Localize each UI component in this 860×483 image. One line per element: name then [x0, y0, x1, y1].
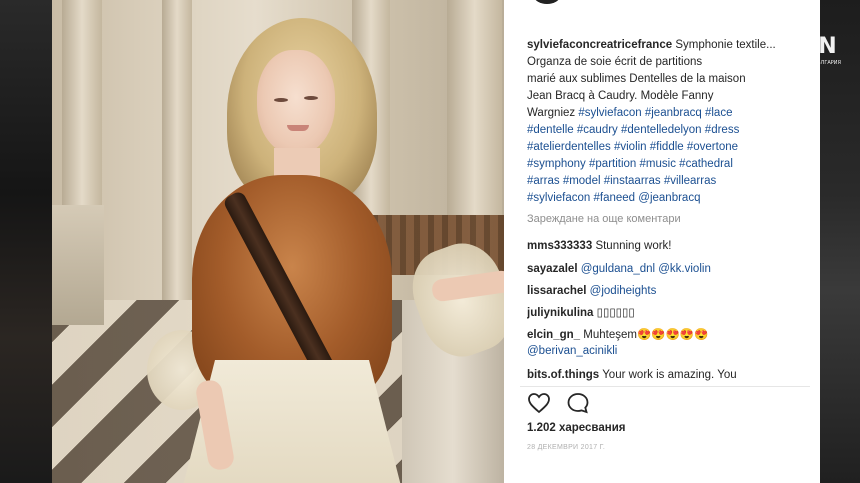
comment-mention[interactable]: @guldana_dnl @kk.violin	[581, 263, 711, 275]
caption-username[interactable]: sylviefaconcreatricefrance	[527, 39, 672, 51]
eye	[304, 96, 318, 100]
comment-text: ▯▯▯▯▯▯	[596, 307, 635, 319]
comment-username[interactable]: mms333333	[527, 240, 592, 252]
hashtag-link[interactable]: #partition	[589, 158, 636, 170]
comment-username[interactable]: sayazalel	[527, 263, 578, 275]
hashtag-link[interactable]: #model	[563, 175, 601, 187]
comment-text: Your work is amazing. You	[602, 369, 737, 381]
likes-count[interactable]: 1.202 харесвания	[527, 422, 625, 434]
hashtag-link[interactable]: #atelierdentelles	[527, 141, 611, 153]
hashtag-link[interactable]: #lace	[705, 107, 733, 119]
mouth	[287, 125, 309, 131]
comment: bits.of.things Your work is amazing. You	[527, 367, 811, 383]
eye	[274, 98, 288, 102]
hashtag-link[interactable]: #music	[640, 158, 676, 170]
caption-text: Wargniez	[527, 107, 576, 119]
comment-bubble-icon[interactable]	[566, 391, 590, 415]
stone-block	[52, 205, 104, 325]
mention-link[interactable]: @jeanbracq	[638, 192, 700, 204]
comment: elcin_gn_ Muhteşem😍😍😍😍😍 @berivan_acinikl…	[527, 327, 811, 359]
caption-text: Jean Bracq à Caudry. Modèle Fanny	[527, 90, 714, 102]
hashtag-link[interactable]: #caudry	[577, 124, 618, 136]
load-more-comments-link[interactable]: Зареждане на още коментари	[527, 213, 681, 225]
hashtag-link[interactable]: #villearras	[664, 175, 716, 187]
broadcast-background-right	[820, 0, 860, 483]
post-date: 28 ДЕКЕМВРИ 2017 Г.	[527, 444, 606, 451]
column	[162, 0, 192, 300]
hashtag-link[interactable]: #cathedral	[679, 158, 733, 170]
hashtag-link[interactable]: #dentelle	[527, 124, 574, 136]
comment-mention[interactable]: @berivan_acinikli	[527, 345, 617, 357]
hashtag-link[interactable]: #faneed	[594, 192, 636, 204]
heart-icon[interactable]	[527, 391, 551, 415]
hashtag-link[interactable]: #sylviefacon	[578, 107, 641, 119]
avatar[interactable]	[534, 0, 560, 4]
instagram-post-panel: sylviefaconcreatricefrance Symphonie tex…	[504, 0, 820, 483]
comment-username[interactable]: elcin_gn_	[527, 329, 580, 341]
caption-text: Symphonie	[675, 39, 733, 51]
comment: mms333333 Stunning work!	[527, 238, 811, 254]
comment: sayazalel @guldana_dnl @kk.violin	[527, 261, 811, 277]
hashtag-link[interactable]: #fiddle	[650, 141, 684, 153]
divider	[520, 386, 810, 387]
comment-mention[interactable]: @jodiheights	[590, 285, 657, 297]
comment-text: Muhteşem😍😍😍😍😍	[583, 329, 709, 341]
hashtag-link[interactable]: #overtone	[687, 141, 738, 153]
hashtag-link[interactable]: #instaarras	[604, 175, 661, 187]
comment-username[interactable]: lissarachel	[527, 285, 586, 297]
model-face	[257, 50, 335, 155]
hashtag-link[interactable]: #dress	[705, 124, 740, 136]
comment-username[interactable]: juliynikulina	[527, 307, 593, 319]
hashtag-link[interactable]: #sylviefacon	[527, 192, 590, 204]
post-photo[interactable]	[52, 0, 504, 483]
comment-text: Stunning work!	[595, 240, 672, 252]
hashtag-link[interactable]: #symphony	[527, 158, 586, 170]
caption-text: marié aux sublimes Dentelles de la maiso…	[527, 73, 746, 85]
post-caption: sylviefaconcreatricefrance Symphonie tex…	[527, 37, 811, 207]
hashtag-link[interactable]: #dentelledelyon	[621, 124, 702, 136]
hashtag-link[interactable]: #violin	[614, 141, 647, 153]
comment: lissarachel @jodiheights	[527, 283, 811, 299]
channel-logo-mark: N	[818, 34, 836, 59]
hashtag-link[interactable]: #arras	[527, 175, 560, 187]
broadcast-background-left	[0, 0, 52, 483]
hashtag-link[interactable]: #jeanbracq	[645, 107, 702, 119]
comment: juliynikulina ▯▯▯▯▯▯	[527, 305, 811, 321]
comment-username[interactable]: bits.of.things	[527, 369, 599, 381]
